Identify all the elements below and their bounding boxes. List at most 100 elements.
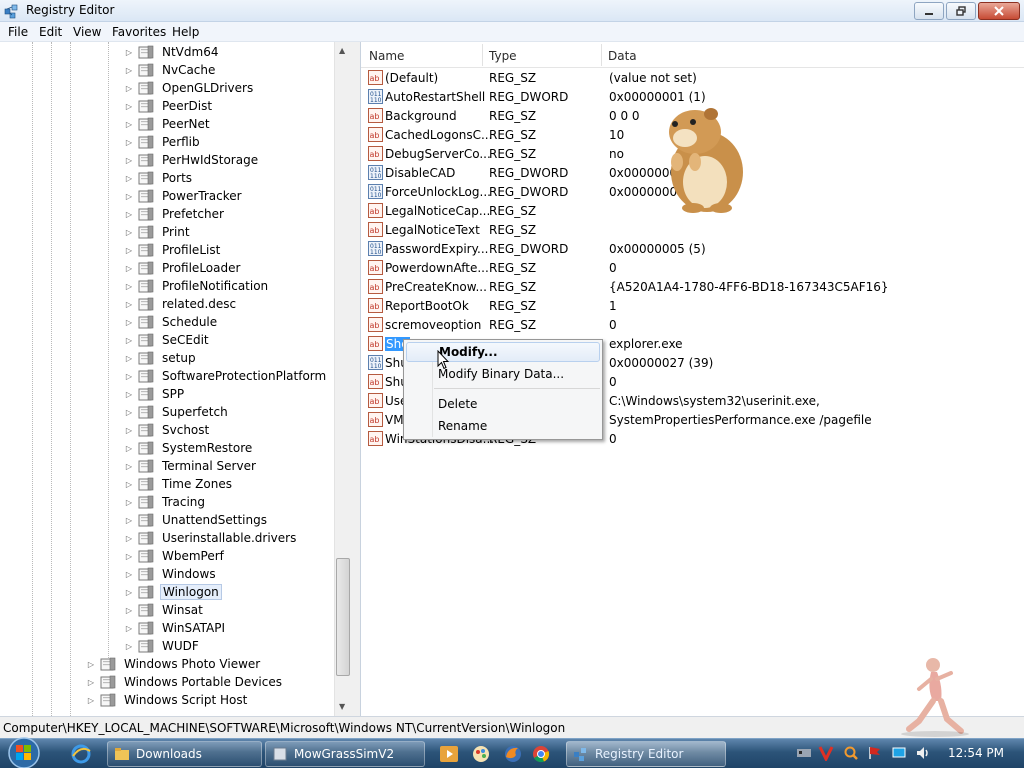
expand-arrow-icon[interactable]: ▷ bbox=[124, 300, 134, 309]
registry-value-row[interactable]: ab PreCreateKnow... REG_SZ {A520A1A4-1780-4… bbox=[361, 278, 1024, 297]
tree-item[interactable]: ▷ PerHwIdStorage bbox=[124, 151, 260, 169]
column-header-name[interactable]: Name bbox=[369, 49, 404, 63]
menu-edit[interactable]: Edit bbox=[39, 25, 62, 39]
expand-arrow-icon[interactable]: ▷ bbox=[124, 336, 134, 345]
taskbar-button-downloads[interactable]: Downloads bbox=[107, 741, 262, 767]
expand-arrow-icon[interactable]: ▷ bbox=[124, 480, 134, 489]
tree-item[interactable]: ▷ ProfileLoader bbox=[124, 259, 242, 277]
tree-item[interactable]: ▷ SPP bbox=[124, 385, 186, 403]
minimize-button[interactable] bbox=[914, 2, 944, 20]
expand-arrow-icon[interactable]: ▷ bbox=[124, 516, 134, 525]
expand-arrow-icon[interactable]: ▷ bbox=[124, 606, 134, 615]
registry-value-row[interactable]: ab ReportBootOk REG_SZ 1 bbox=[361, 297, 1024, 316]
tree-item[interactable]: ▷ SoftwareProtectionPlatform bbox=[124, 367, 328, 385]
tree-item[interactable]: ▷ related.desc bbox=[124, 295, 238, 313]
close-button[interactable] bbox=[978, 2, 1020, 20]
tree-item[interactable]: ▷ Svchost bbox=[124, 421, 211, 439]
taskbar-button-mowgrasssim[interactable]: MowGrassSimV2 bbox=[265, 741, 425, 767]
chrome-icon[interactable] bbox=[530, 743, 552, 765]
column-divider[interactable] bbox=[601, 44, 602, 66]
tree-item[interactable]: ▷ Ports bbox=[124, 169, 194, 187]
expand-arrow-icon[interactable]: ▷ bbox=[124, 48, 134, 57]
expand-arrow-icon[interactable]: ▷ bbox=[124, 552, 134, 561]
registry-key-tree[interactable]: ▷ NtVdm64 ▷ NvCache ▷ OpenGLDrivers ▷ PeerDist ▷… bbox=[0, 42, 350, 716]
expand-arrow-icon[interactable]: ▷ bbox=[124, 66, 134, 75]
expand-arrow-icon[interactable]: ▷ bbox=[124, 228, 134, 237]
tree-item[interactable]: ▷ Winlogon bbox=[124, 583, 222, 601]
expand-arrow-icon[interactable]: ▷ bbox=[124, 102, 134, 111]
expand-arrow-icon[interactable]: ▷ bbox=[124, 156, 134, 165]
tree-item[interactable]: ▷ SystemRestore bbox=[124, 439, 254, 457]
expand-arrow-icon[interactable]: ▷ bbox=[124, 174, 134, 183]
expand-arrow-icon[interactable]: ▷ bbox=[86, 678, 96, 687]
tree-item[interactable]: ▷ PowerTracker bbox=[124, 187, 244, 205]
expand-arrow-icon[interactable]: ▷ bbox=[86, 696, 96, 705]
tree-item[interactable]: ▷ Windows Script Host bbox=[86, 691, 249, 709]
expand-arrow-icon[interactable]: ▷ bbox=[124, 282, 134, 291]
menu-item-delete[interactable]: Delete bbox=[406, 394, 600, 414]
scrollbar-thumb[interactable] bbox=[336, 558, 350, 676]
tree-item[interactable]: ▷ UnattendSettings bbox=[124, 511, 269, 529]
pane-splitter[interactable] bbox=[350, 42, 360, 716]
expand-arrow-icon[interactable]: ▷ bbox=[124, 570, 134, 579]
menu-item-rename[interactable]: Rename bbox=[406, 416, 600, 436]
menu-item-modify[interactable]: Modify... bbox=[406, 342, 600, 362]
expand-arrow-icon[interactable]: ▷ bbox=[124, 498, 134, 507]
tree-item[interactable]: ▷ Tracing bbox=[124, 493, 207, 511]
expand-arrow-icon[interactable]: ▷ bbox=[124, 192, 134, 201]
expand-arrow-icon[interactable]: ▷ bbox=[124, 84, 134, 93]
restore-button[interactable] bbox=[946, 2, 976, 20]
expand-arrow-icon[interactable]: ▷ bbox=[124, 390, 134, 399]
registry-value-row[interactable]: ab (Default) REG_SZ (value not set) bbox=[361, 69, 1024, 88]
menu-item-modify-binary-data[interactable]: Modify Binary Data... bbox=[406, 364, 600, 384]
taskbar-button-registry-editor[interactable]: Registry Editor bbox=[566, 741, 726, 767]
tree-item[interactable]: ▷ Winsat bbox=[124, 601, 205, 619]
tree-item[interactable]: ▷ setup bbox=[124, 349, 198, 367]
expand-arrow-icon[interactable]: ▷ bbox=[124, 408, 134, 417]
expand-arrow-icon[interactable]: ▷ bbox=[124, 462, 134, 471]
expand-arrow-icon[interactable]: ▷ bbox=[124, 246, 134, 255]
media-player-icon[interactable] bbox=[438, 743, 460, 765]
internet-explorer-icon[interactable] bbox=[70, 743, 92, 765]
tree-item[interactable]: ▷ Perflib bbox=[124, 133, 202, 151]
tree-item[interactable]: ▷ NvCache bbox=[124, 61, 217, 79]
tree-item[interactable]: ▷ Windows Portable Devices bbox=[86, 673, 284, 691]
tree-item[interactable]: ▷ ProfileList bbox=[124, 241, 222, 259]
paint-app-icon[interactable] bbox=[470, 743, 492, 765]
tree-item[interactable]: ▷ Userinstallable.drivers bbox=[124, 529, 298, 547]
tree-scrollbar[interactable]: ▲ ▼ bbox=[334, 42, 350, 716]
tree-item[interactable]: ▷ ProfileNotification bbox=[124, 277, 270, 295]
tree-item[interactable]: ▷ OpenGLDrivers bbox=[124, 79, 255, 97]
expand-arrow-icon[interactable]: ▷ bbox=[124, 138, 134, 147]
search-tray-icon[interactable] bbox=[843, 745, 859, 761]
expand-arrow-icon[interactable]: ▷ bbox=[124, 642, 134, 651]
taskbar-clock[interactable]: 12:54 PM bbox=[948, 746, 1004, 760]
expand-arrow-icon[interactable]: ▷ bbox=[124, 354, 134, 363]
tree-item[interactable]: ▷ Time Zones bbox=[124, 475, 234, 493]
expand-arrow-icon[interactable]: ▷ bbox=[124, 444, 134, 453]
registry-value-row[interactable]: 011 110 PasswordExpiry... REG_DWORD 0x000000… bbox=[361, 240, 1024, 259]
registry-value-row[interactable]: ab scremoveoption REG_SZ 0 bbox=[361, 316, 1024, 335]
menu-file[interactable]: File bbox=[8, 25, 28, 39]
tree-item[interactable]: ▷ Windows Photo Viewer bbox=[86, 655, 262, 673]
start-orb-icon[interactable] bbox=[2, 735, 50, 768]
tree-item[interactable]: ▷ PeerDist bbox=[124, 97, 214, 115]
column-divider[interactable] bbox=[482, 44, 483, 66]
display-tray-icon[interactable] bbox=[891, 745, 907, 761]
expand-arrow-icon[interactable]: ▷ bbox=[124, 264, 134, 273]
tree-item[interactable]: ▷ WbemPerf bbox=[124, 547, 226, 565]
expand-arrow-icon[interactable]: ▷ bbox=[86, 660, 96, 669]
expand-arrow-icon[interactable]: ▷ bbox=[124, 426, 134, 435]
column-header-type[interactable]: Type bbox=[489, 49, 517, 63]
tree-item[interactable]: ▷ Terminal Server bbox=[124, 457, 258, 475]
tree-item[interactable]: ▷ SeCEdit bbox=[124, 331, 211, 349]
menu-favorites[interactable]: Favorites bbox=[112, 25, 166, 39]
title-bar[interactable]: Registry Editor bbox=[0, 0, 1024, 22]
tree-item[interactable]: ▷ Print bbox=[124, 223, 192, 241]
tree-item[interactable]: ▷ Windows bbox=[124, 565, 218, 583]
registry-value-row[interactable]: ab LegalNoticeText REG_SZ bbox=[361, 221, 1024, 240]
volume-tray-icon[interactable] bbox=[915, 745, 931, 761]
tree-item[interactable]: ▷ PeerNet bbox=[124, 115, 212, 133]
expand-arrow-icon[interactable]: ▷ bbox=[124, 210, 134, 219]
tree-item[interactable]: ▷ WinSATAPI bbox=[124, 619, 227, 637]
